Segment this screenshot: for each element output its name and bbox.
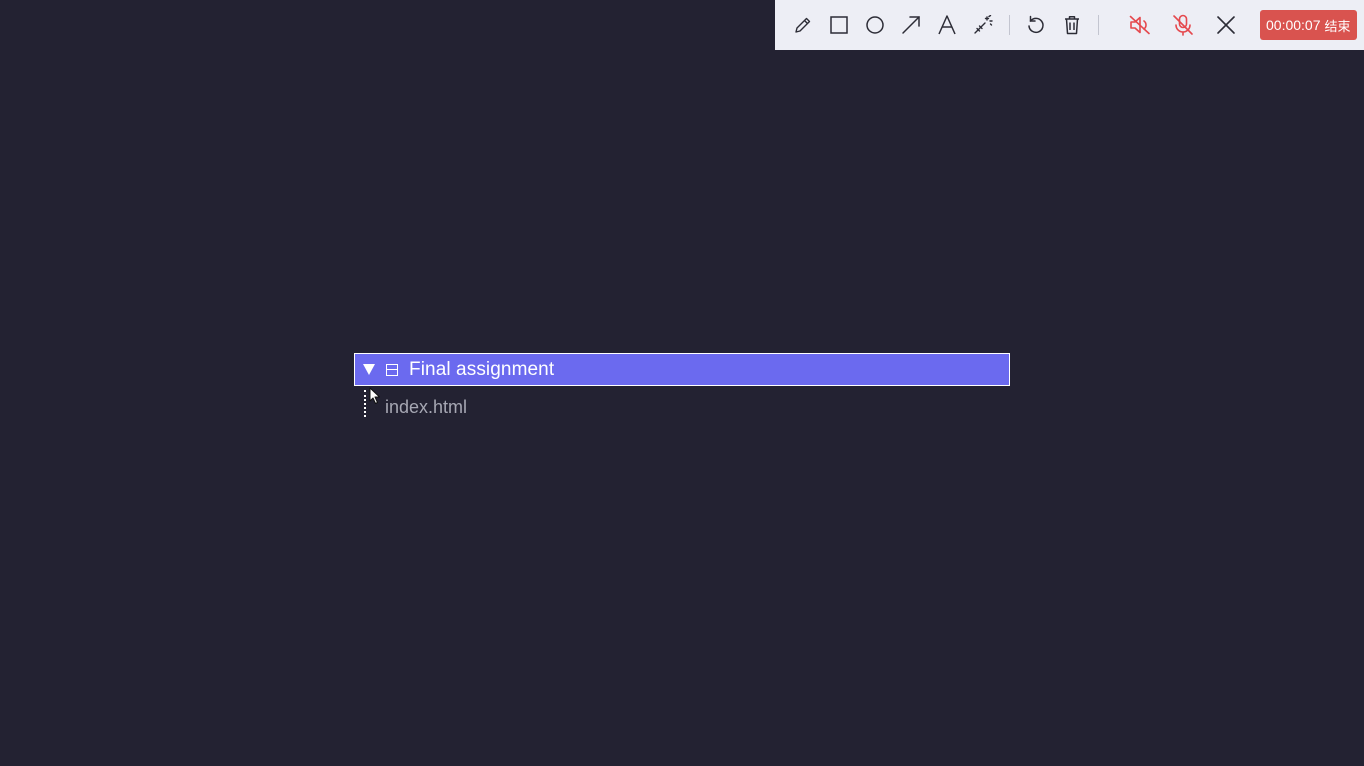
end-label: 结束 — [1324, 19, 1351, 35]
folder-label: Final assignment — [409, 358, 555, 380]
circle-icon — [866, 16, 884, 34]
tree-indent-guide — [364, 390, 366, 417]
folder-icon — [386, 363, 398, 376]
tree-folder-row[interactable]: Final assignment — [354, 353, 1010, 386]
text-tool-button[interactable] — [929, 7, 965, 43]
rectangle-tool-button[interactable] — [821, 7, 857, 43]
undo-button[interactable] — [1018, 7, 1054, 43]
tree-file-item[interactable]: index.html — [385, 397, 467, 418]
mic-muted-icon — [1173, 14, 1193, 36]
toolbar-separator — [1098, 15, 1099, 35]
annotation-toolbar: 00:00:07 结束 — [775, 0, 1364, 50]
end-recording-button[interactable]: 00:00:07 结束 — [1260, 10, 1357, 40]
microphone-toggle-button[interactable] — [1161, 7, 1205, 43]
arrow-icon — [902, 16, 920, 34]
speaker-toggle-button[interactable] — [1119, 7, 1161, 43]
magic-wand-tool-button[interactable] — [965, 7, 1001, 43]
mouse-pointer-icon — [369, 387, 380, 404]
circle-tool-button[interactable] — [857, 7, 893, 43]
undo-icon — [1028, 15, 1044, 34]
magic-wand-icon — [974, 15, 993, 34]
rectangle-icon — [830, 16, 848, 34]
speaker-muted-icon — [1129, 15, 1150, 35]
trash-icon — [1065, 16, 1079, 35]
delete-button[interactable] — [1054, 7, 1090, 43]
close-toolbar-button[interactable] — [1205, 7, 1247, 43]
pencil-icon — [795, 17, 811, 33]
close-icon — [1217, 16, 1235, 34]
recording-timer: 00:00:07 — [1266, 17, 1321, 33]
expand-caret-icon[interactable] — [363, 364, 375, 375]
pencil-tool-button[interactable] — [785, 7, 821, 43]
arrow-tool-button[interactable] — [893, 7, 929, 43]
text-icon — [938, 15, 956, 35]
toolbar-separator — [1009, 15, 1010, 35]
screen: 00:00:07 结束 Final assignment index.html — [0, 0, 1364, 766]
